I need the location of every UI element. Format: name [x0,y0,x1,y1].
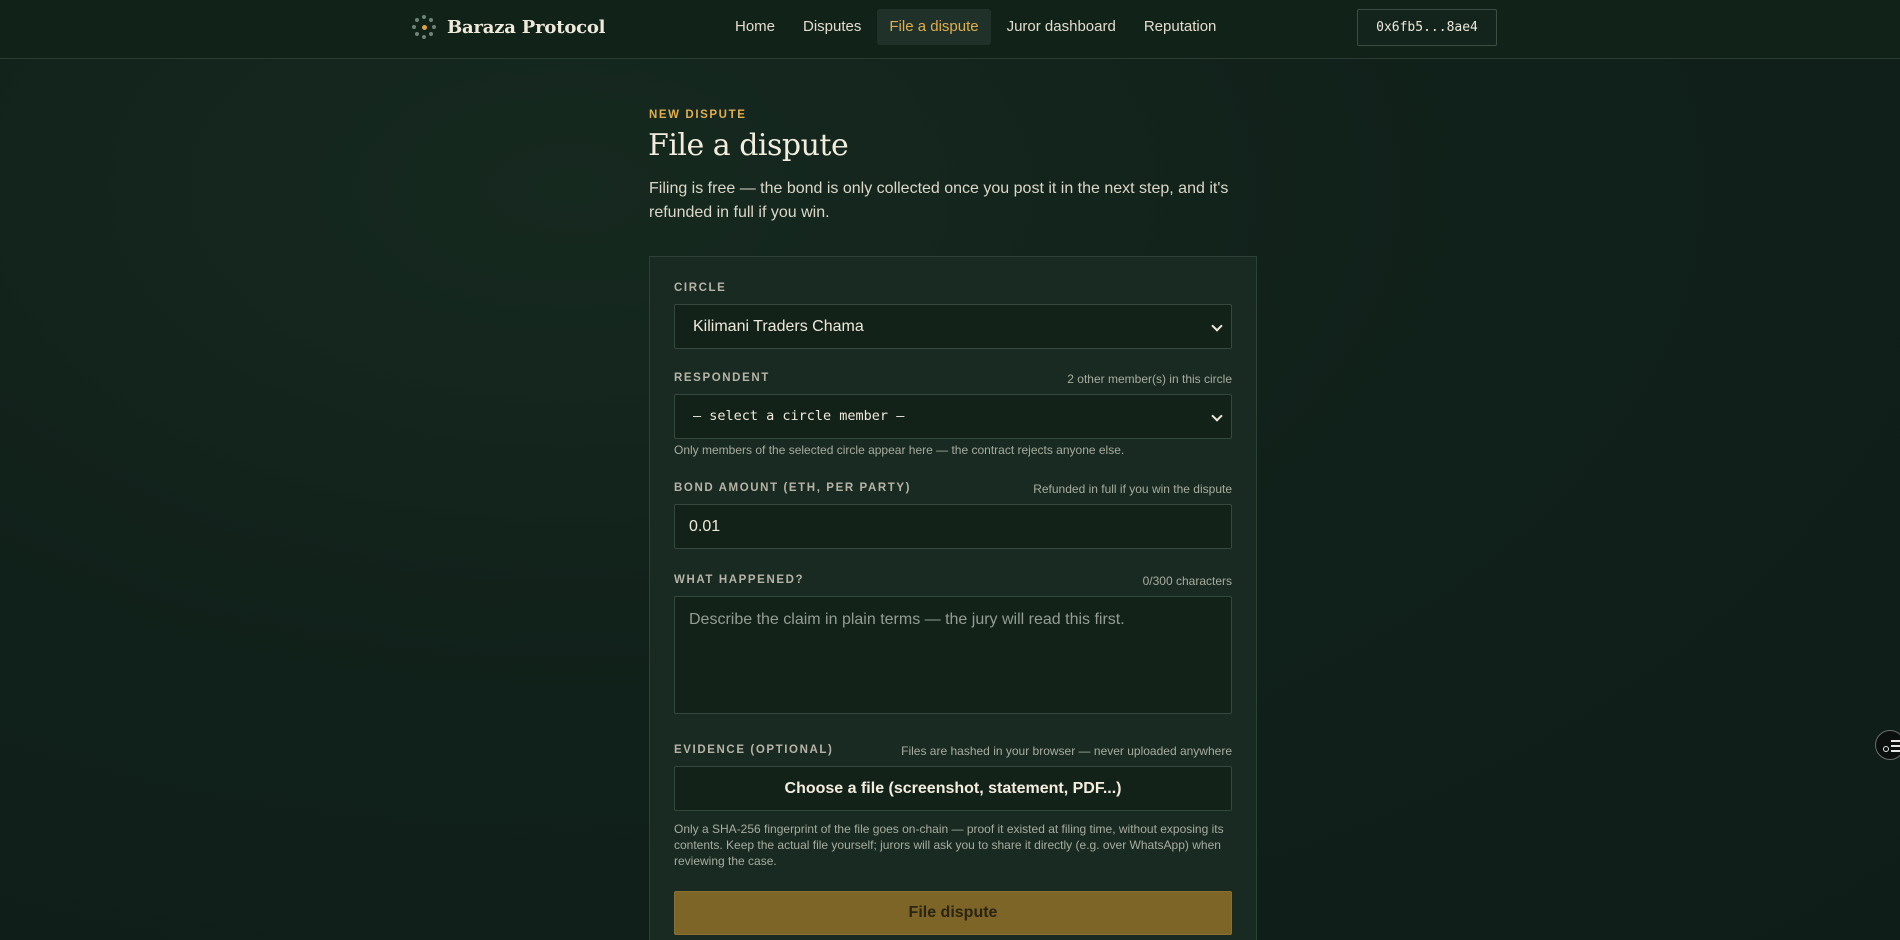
wallet-address-button[interactable]: 0x6fb5...8ae4 [1357,9,1497,46]
nav-file-a-dispute[interactable]: File a dispute [877,9,991,45]
nav-juror-dashboard[interactable]: Juror dashboard [995,9,1128,45]
claim-description-textarea[interactable]: Describe the claim in plain terms — the … [674,596,1232,714]
main-nav: Home Disputes File a dispute Juror dashb… [723,9,1232,45]
claim-description-placeholder: Describe the claim in plain terms — the … [689,611,1125,628]
file-dispute-button[interactable]: File dispute [674,891,1232,935]
bond-amount-input[interactable]: 0.01 [674,504,1232,549]
dispute-form-card: CIRCLE Kilimani Traders Chama RESPONDENT… [649,256,1257,940]
circle-select-value: Kilimani Traders Chama [693,318,864,335]
evidence-label: EVIDENCE (OPTIONAL) [674,744,834,756]
character-counter: 0/300 characters [1142,574,1232,588]
baraza-logo-icon [411,14,437,40]
choose-file-button[interactable]: Choose a file (screenshot, statement, PD… [674,766,1232,811]
bond-refund-hint: Refunded in full if you win the dispute [1033,482,1232,496]
respondent-select[interactable]: — select a circle member — [674,394,1232,439]
circle-select[interactable]: Kilimani Traders Chama [674,304,1232,349]
brand-logo-link[interactable]: Baraza Protocol [411,13,606,41]
bond-amount-label: BOND AMOUNT (ETH, PER PARTY) [674,482,912,494]
page-eyebrow: NEW DISPUTE [649,109,747,121]
what-happened-label: WHAT HAPPENED? [674,574,805,586]
page-title: File a dispute [648,128,849,163]
circle-label: CIRCLE [674,282,727,294]
top-navigation-bar: Baraza Protocol Home Disputes File a dis… [0,0,1900,59]
evidence-hash-hint: Files are hashed in your browser — never… [901,744,1232,758]
respondent-member-count: 2 other member(s) in this circle [1067,372,1232,386]
bond-amount-value: 0.01 [689,518,721,535]
evidence-help-text: Only a SHA-256 fingerprint of the file g… [674,822,1224,868]
page-subtitle: Filing is free — the bond is only collec… [649,180,1229,221]
respondent-select-value: — select a circle member — [693,408,905,424]
chevron-down-icon [1211,320,1223,332]
chevron-down-icon [1211,410,1223,422]
nav-disputes[interactable]: Disputes [791,9,873,45]
respondent-label: RESPONDENT [674,372,770,384]
accessibility-widget-icon[interactable] [1875,730,1900,760]
respondent-help-text: Only members of the selected circle appe… [674,443,1125,457]
nav-home[interactable]: Home [723,9,787,45]
nav-reputation[interactable]: Reputation [1132,9,1229,45]
brand-name: Baraza Protocol [447,16,606,38]
